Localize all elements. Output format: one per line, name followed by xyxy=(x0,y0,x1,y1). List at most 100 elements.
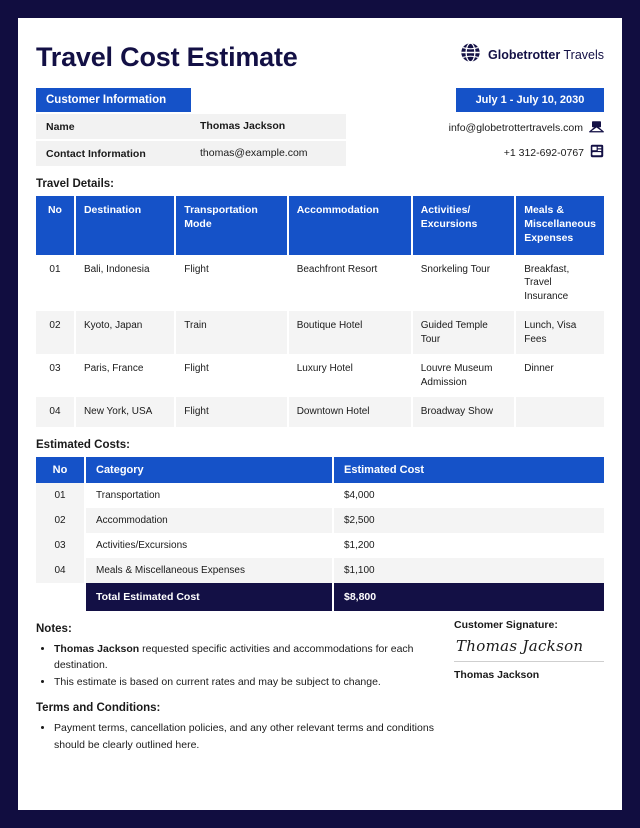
cell-no: 04 xyxy=(36,397,76,427)
cell-no: 04 xyxy=(36,557,86,583)
note-bold-prefix: Thomas Jackson xyxy=(54,642,140,655)
cell-accommodation: Beachfront Resort xyxy=(288,254,413,312)
estimated-costs-table: No Category Estimated Cost 01 Transporta… xyxy=(36,456,604,611)
cell-accommodation: Luxury Hotel xyxy=(288,354,413,398)
note-text: This estimate is based on current rates … xyxy=(54,676,381,689)
th-accommodation: Accommodation xyxy=(288,196,413,255)
cell-cost: $1,100 xyxy=(334,557,604,583)
th-activities-excursions: Activities/ Excursions xyxy=(412,196,517,255)
table-row: 04 New York, USA Flight Downtown Hotel B… xyxy=(36,397,604,427)
brand-name-bold: Globetrotter xyxy=(488,48,561,62)
customer-contact-value: thomas@example.com xyxy=(190,141,346,166)
signature-divider xyxy=(454,660,604,662)
brand-logo: Globetrotter Travels xyxy=(460,42,604,68)
phone-text: +1 312-692-0767 xyxy=(503,146,584,159)
list-item: Payment terms, cancellation policies, an… xyxy=(54,720,436,753)
brand-name: Globetrotter Travels xyxy=(488,48,604,62)
table-row: 01 Bali, Indonesia Flight Beachfront Res… xyxy=(36,254,604,312)
customer-row-name: Name Thomas Jackson xyxy=(36,114,346,139)
th-meals-misc: Meals & Miscellaneous Expenses xyxy=(516,196,604,255)
travel-details-table: No Destination Transportation Mode Accom… xyxy=(36,196,604,427)
contact-phone-line: +1 312-692-0767 xyxy=(424,144,604,161)
page-border: Travel Cost Estimate Globetrotter Travel… xyxy=(0,0,640,828)
cell-meals: Breakfast, Travel Insurance xyxy=(516,254,604,312)
cell-transportation: Flight xyxy=(176,397,289,427)
signature-script: Thomas Jackson xyxy=(456,636,584,655)
table-row: 01 Transportation $4,000 xyxy=(36,482,604,508)
cell-no: 02 xyxy=(36,507,86,533)
brand-name-light: Travels xyxy=(560,48,604,62)
th-cost-no: No xyxy=(36,456,86,483)
customer-information-block: Customer Information Name Thomas Jackson… xyxy=(36,88,346,166)
cell-meals: Dinner xyxy=(516,354,604,398)
notes-column: Notes: Thomas Jackson requested specific… xyxy=(36,611,436,754)
email-text: info@globetrottertravels.com xyxy=(448,122,583,134)
envelope-icon xyxy=(588,120,605,136)
list-item: Thomas Jackson requested specific activi… xyxy=(54,641,436,674)
table-row: 02 Accommodation $2,500 xyxy=(36,507,604,533)
table-row: 03 Activities/Excursions $1,200 xyxy=(36,532,604,558)
total-value: $8,800 xyxy=(334,582,604,611)
customer-name-value: Thomas Jackson xyxy=(190,114,346,139)
cell-activities: Snorkeling Tour xyxy=(412,254,517,312)
document-header: Travel Cost Estimate Globetrotter Travel… xyxy=(36,34,604,80)
document-page: Travel Cost Estimate Globetrotter Travel… xyxy=(18,18,622,810)
cell-category: Transportation xyxy=(86,482,334,508)
cell-accommodation: Boutique Hotel xyxy=(288,311,413,355)
cell-cost: $1,200 xyxy=(334,532,604,558)
cell-no: 01 xyxy=(36,482,86,508)
estimated-costs-title: Estimated Costs: xyxy=(36,438,130,451)
th-no: No xyxy=(36,196,76,255)
cell-meals: Lunch, Visa Fees xyxy=(516,311,604,355)
terms-list: Payment terms, cancellation policies, an… xyxy=(36,720,436,753)
cell-no: 03 xyxy=(36,354,76,398)
table-header-row: No Category Estimated Cost xyxy=(36,456,604,483)
cell-activities: Louvre Museum Admission xyxy=(412,354,517,398)
cell-transportation: Flight xyxy=(176,354,289,398)
list-item: This estimate is based on current rates … xyxy=(54,674,436,690)
th-estimated-cost: Estimated Cost xyxy=(334,456,604,483)
cell-destination: Bali, Indonesia xyxy=(75,254,177,312)
cell-destination: Kyoto, Japan xyxy=(75,311,177,355)
cell-category: Accommodation xyxy=(86,507,334,533)
table-row: 02 Kyoto, Japan Train Boutique Hotel Gui… xyxy=(36,311,604,355)
cell-no-empty xyxy=(36,582,86,611)
globe-icon xyxy=(460,42,481,68)
signature-label: Customer Signature: xyxy=(454,618,558,631)
cell-destination: New York, USA xyxy=(75,397,177,427)
contact-email-line: info@globetrottertravels.com xyxy=(424,120,605,136)
cell-no: 03 xyxy=(36,532,86,558)
total-row: Total Estimated Cost $8,800 xyxy=(36,582,604,611)
cell-cost: $4,000 xyxy=(334,482,604,508)
table-header-row: No Destination Transportation Mode Accom… xyxy=(36,196,604,255)
cell-transportation: Flight xyxy=(176,254,289,312)
cell-no: 01 xyxy=(36,254,76,312)
customer-information-heading: Customer Information xyxy=(36,88,191,112)
telephone-icon xyxy=(590,144,604,161)
notes-title: Notes: xyxy=(36,622,72,635)
table-row: 04 Meals & Miscellaneous Expenses $1,100 xyxy=(36,557,604,583)
customer-row-contact: Contact Information thomas@example.com xyxy=(36,141,346,166)
customer-name-label: Name xyxy=(36,120,188,133)
terms-title: Terms and Conditions: xyxy=(36,702,161,715)
signature-block: Customer Signature: Thomas Jackson Thoma… xyxy=(454,619,604,681)
cell-transportation: Train xyxy=(176,311,289,355)
contact-block: July 1 - July 10, 2030 info@globetrotter… xyxy=(424,88,605,161)
cell-activities: Guided Temple Tour xyxy=(412,311,517,355)
total-label: Total Estimated Cost xyxy=(86,582,334,611)
th-transportation-mode: Transportation Mode xyxy=(176,196,289,255)
th-destination: Destination xyxy=(75,196,177,255)
date-range-badge: July 1 - July 10, 2030 xyxy=(456,88,604,112)
table-row: 03 Paris, France Flight Luxury Hotel Lou… xyxy=(36,354,604,398)
info-band: Customer Information Name Thomas Jackson… xyxy=(36,88,605,166)
travel-details-title: Travel Details: xyxy=(36,178,114,190)
cell-no: 02 xyxy=(36,311,76,355)
page-title: Travel Cost Estimate xyxy=(36,42,298,72)
signature-name: Thomas Jackson xyxy=(454,668,540,681)
th-category: Category xyxy=(86,456,334,483)
cell-activities: Broadway Show xyxy=(412,397,517,427)
cell-category: Meals & Miscellaneous Expenses xyxy=(86,557,334,583)
cell-destination: Paris, France xyxy=(75,354,177,398)
cell-meals xyxy=(516,397,604,427)
cell-cost: $2,500 xyxy=(334,507,604,533)
